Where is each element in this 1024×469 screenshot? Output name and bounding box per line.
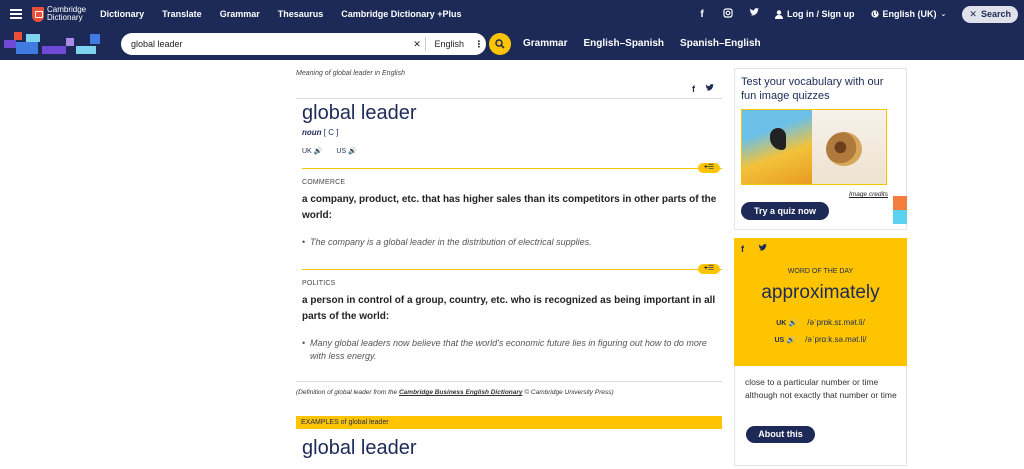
headword: global leader (302, 102, 417, 124)
parrot-image (742, 110, 812, 184)
facebook-icon[interactable]: f (697, 9, 707, 20)
pronunciations: UK 🔊 US 🔊 (302, 147, 357, 155)
quiz-image[interactable] (741, 109, 887, 185)
try-quiz-button[interactable]: Try a quiz now (741, 202, 829, 220)
meaning-of-label: Meaning of global leader in English (296, 70, 405, 77)
cambridge-logo[interactable]: Cambridge Dictionary (32, 6, 86, 22)
menu-icon[interactable] (10, 9, 22, 19)
sub-nav-english-spanish[interactable]: English–Spanish (583, 38, 664, 49)
sense-example: Many global leaders now believe that the… (302, 337, 718, 363)
sense-divider (302, 269, 722, 270)
search-button-label: Search (980, 9, 1011, 19)
wotd-definition: close to a particular number or time alt… (745, 377, 897, 400)
speaker-icon: 🔊 (348, 148, 357, 155)
speaker-icon: 🔊 (786, 337, 796, 344)
divider (296, 381, 722, 382)
dictionary-language-select[interactable]: English (426, 39, 472, 49)
search-icon (495, 39, 505, 49)
sub-nav-grammar[interactable]: Grammar (523, 38, 567, 49)
dictionary-entry: Meaning of global leader in English f gl… (296, 70, 722, 459)
credit-suffix: © Cambridge University Press) (522, 389, 614, 396)
close-icon: ✕ (969, 8, 977, 19)
uk-label: UK (302, 148, 312, 155)
logo-line-2: Dictionary (47, 13, 83, 22)
us-label: US (774, 337, 785, 344)
login-label: Log in / Sign up (787, 9, 855, 19)
sense-domain: COMMERCE (302, 179, 346, 186)
sense-definition: a person in control of a group, country,… (302, 295, 716, 322)
twitter-share-icon[interactable] (758, 244, 767, 254)
crest-icon (32, 6, 44, 22)
quiz-widget: Test your vocabulary with our fun image … (734, 68, 907, 230)
grammar-code: [ C ] (323, 128, 339, 137)
sense-divider (302, 168, 722, 169)
wotd-label: WORD OF THE DAY (787, 268, 854, 275)
wotd-uk-pron[interactable]: UK 🔊 /əˈprɒk.sɪ.mət.li/ (734, 318, 907, 327)
sense-domain: POLITICS (302, 280, 336, 287)
speaker-icon: 🔊 (313, 148, 323, 155)
language-label: English (UK) (882, 9, 937, 19)
nav-thesaurus[interactable]: Thesaurus (278, 9, 324, 19)
facebook-share-icon[interactable]: f (741, 244, 744, 254)
part-of-speech: noun [ C ] (302, 128, 338, 137)
search-submit-button[interactable] (489, 33, 511, 55)
more-options-icon[interactable]: ⋮ (472, 39, 486, 50)
sense-example: The company is a global leader in the di… (302, 236, 718, 249)
examples-headword: global leader (302, 437, 417, 459)
add-to-list-button[interactable]: +☰ (698, 163, 720, 173)
top-nav: Cambridge Dictionary Dictionary Translat… (0, 0, 1024, 28)
us-pron-button[interactable]: US 🔊 (336, 147, 356, 155)
definition-credit: (Definition of global leader from the Ca… (296, 389, 614, 396)
quiz-title: Test your vocabulary with our fun image … (741, 76, 884, 102)
add-to-list-button[interactable]: +☰ (698, 264, 720, 274)
nav-grammar[interactable]: Grammar (220, 9, 260, 19)
word-of-the-day: f WORD OF THE DAY approximately UK 🔊 /əˈ… (734, 238, 907, 366)
login-link[interactable]: Log in / Sign up (775, 9, 855, 19)
speaker-icon: 🔊 (788, 320, 798, 327)
globe-icon (870, 10, 879, 18)
image-credits-link[interactable]: Image credits (849, 191, 888, 198)
uk-pron-button[interactable]: UK 🔊 (302, 147, 322, 155)
sense-definition: a company, product, etc. that has higher… (302, 194, 717, 221)
search-bar: global leader ✕ English ⋮ Grammar Englis… (0, 28, 1024, 60)
chevron-down-icon: ⌄ (940, 11, 947, 18)
nav-translate[interactable]: Translate (162, 9, 202, 19)
decorative-tiles (893, 196, 907, 224)
instagram-icon[interactable] (723, 7, 733, 21)
snail-image (812, 110, 886, 184)
twitter-icon[interactable] (749, 8, 760, 20)
about-this-button[interactable]: About this (746, 426, 815, 443)
sub-nav-spanish-english[interactable]: Spanish–English (680, 38, 761, 49)
wotd-definition-box: close to a particular number or time alt… (734, 366, 907, 466)
twitter-share-icon[interactable] (705, 84, 714, 94)
user-icon (775, 9, 784, 19)
search-button[interactable]: ✕ Search (962, 5, 1018, 23)
decorative-tiles (4, 32, 104, 56)
search-input-wrapper: global leader ✕ English ⋮ (121, 33, 486, 55)
credit-prefix: (Definition of global leader from the (296, 389, 399, 396)
examples-header: EXAMPLES of global leader (296, 416, 722, 429)
credit-source-link[interactable]: Cambridge Business English Dictionary (399, 389, 523, 396)
nav-dictionary[interactable]: Dictionary (100, 9, 144, 19)
wotd-word[interactable]: approximately (734, 282, 907, 304)
pos-label: noun (302, 128, 322, 137)
uk-label: UK (776, 320, 787, 327)
uk-ipa: /əˈprɒk.sɪ.mət.li/ (807, 318, 865, 327)
clear-icon[interactable]: ✕ (408, 37, 427, 51)
wotd-us-pron[interactable]: US 🔊 /əˈprɑːk.sə.mət.li/ (734, 335, 907, 344)
us-label: US (336, 148, 347, 155)
divider (296, 98, 722, 99)
us-ipa: /əˈprɑːk.sə.mət.li/ (805, 335, 867, 344)
language-selector[interactable]: English (UK) ⌄ (870, 9, 947, 19)
nav-plus[interactable]: Cambridge Dictionary +Plus (341, 9, 461, 19)
search-input[interactable]: global leader (121, 39, 408, 49)
facebook-share-icon[interactable]: f (692, 84, 695, 94)
